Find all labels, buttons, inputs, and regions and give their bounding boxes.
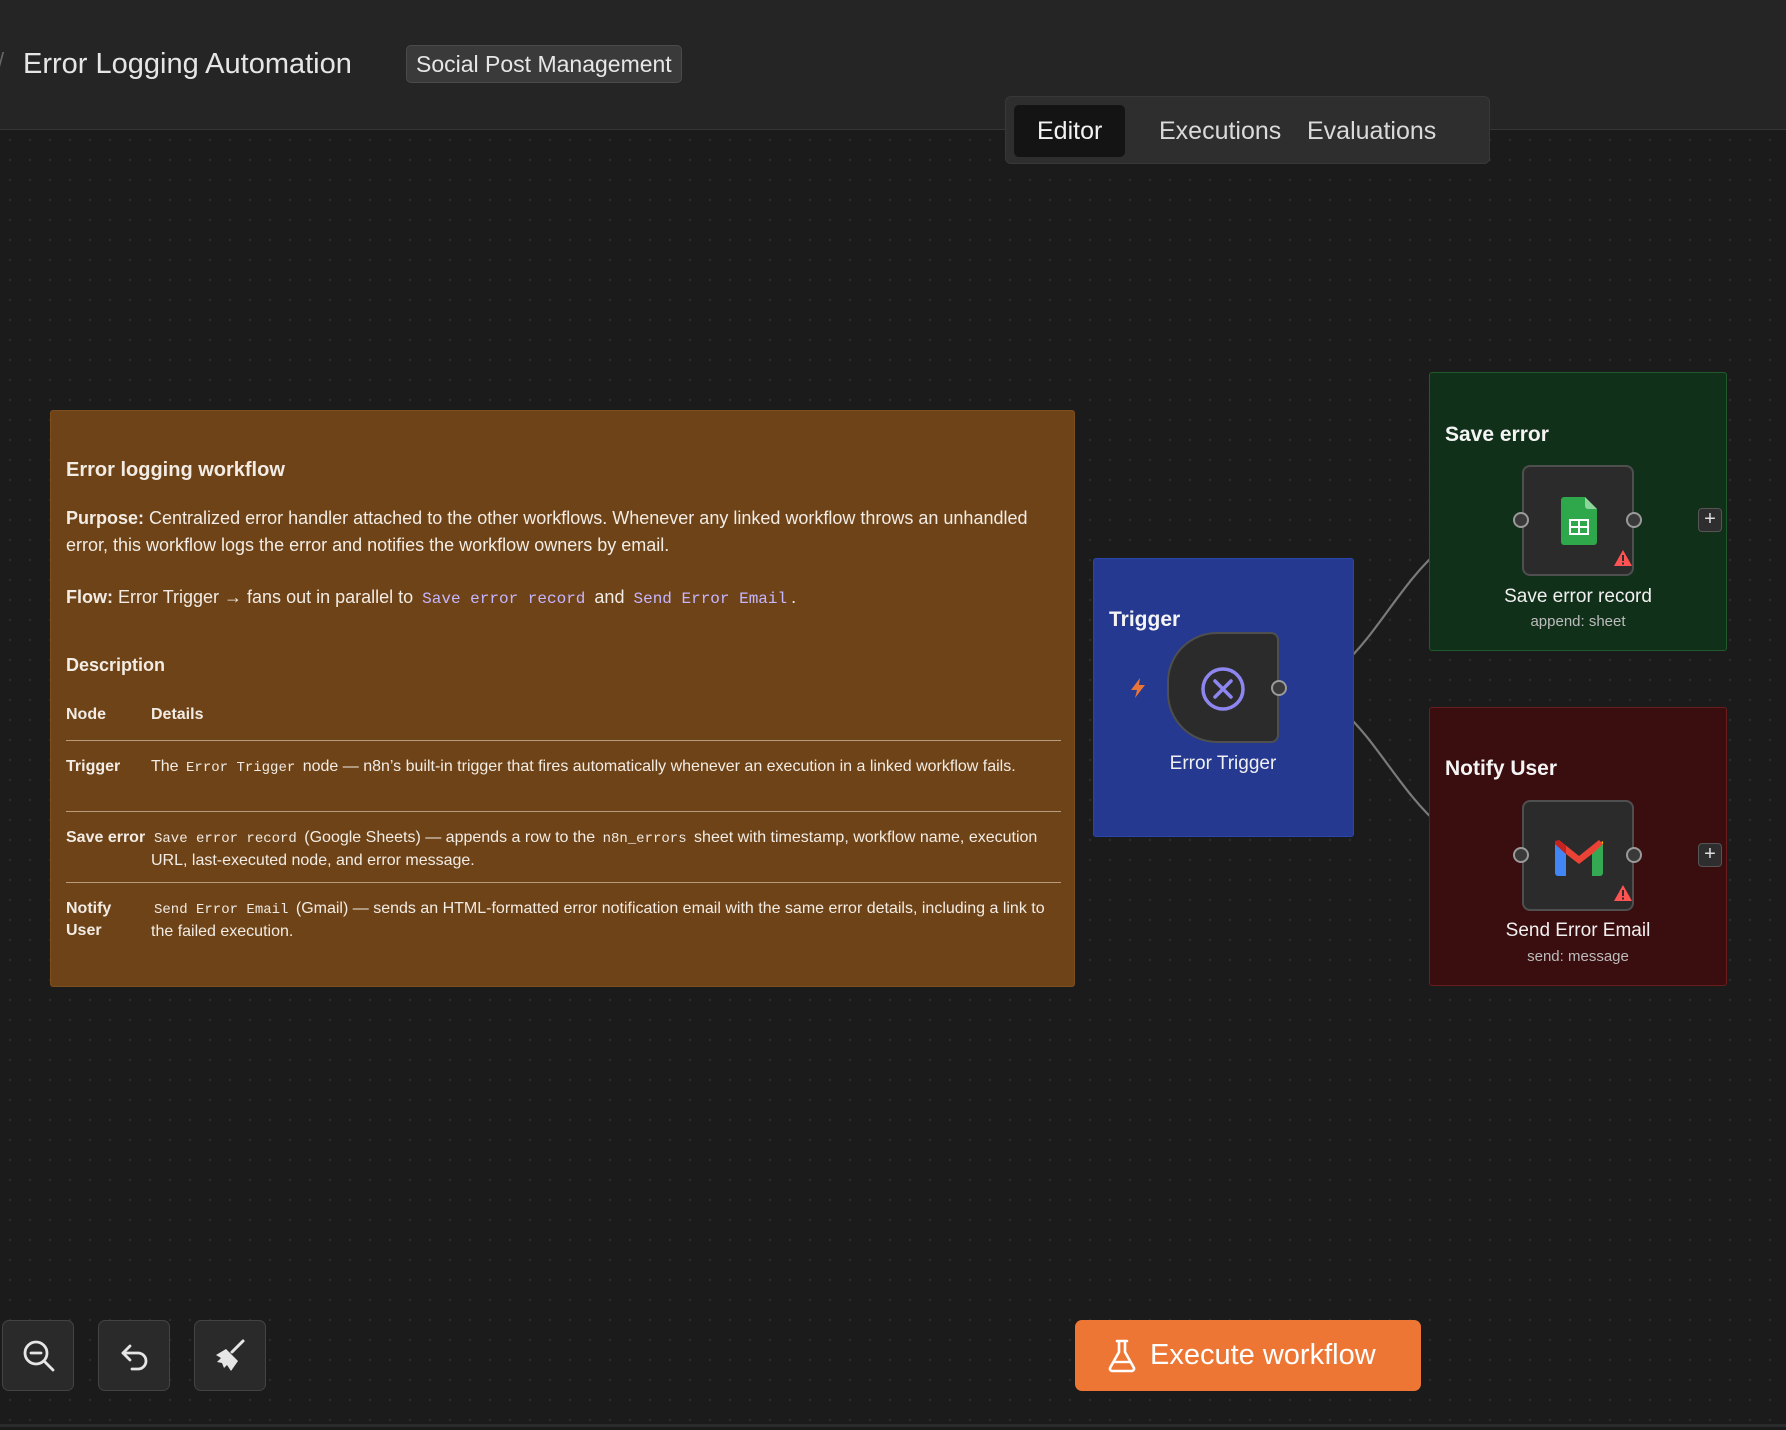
trigger-output-port[interactable] — [1271, 680, 1287, 696]
undo-icon — [121, 1344, 148, 1371]
email-output-port[interactable] — [1626, 847, 1642, 863]
group-title: Notify User — [1445, 757, 1558, 780]
group-title: Save error — [1445, 423, 1549, 446]
zoom-out-button[interactable] — [2, 1320, 74, 1391]
workflow-tag[interactable]: Social Post Management — [406, 45, 682, 83]
bottom-divider — [0, 1424, 1786, 1427]
node-subtitle: send: message — [1527, 948, 1629, 965]
flask-icon — [1108, 1339, 1136, 1373]
tab-editor[interactable]: Editor — [1014, 105, 1126, 157]
table-row: Notify User Send Error Email (Gmail) — s… — [66, 900, 1045, 940]
execute-workflow-label: Execute workflow — [1150, 1339, 1376, 1371]
send-error-email-node[interactable] — [1522, 800, 1634, 911]
description-heading: Description — [66, 655, 166, 675]
sticky-note[interactable]: Error logging workflow Purpose: Centrali… — [50, 410, 1075, 987]
email-input-port[interactable] — [1513, 847, 1529, 863]
add-node-after-email-button[interactable]: + — [1698, 843, 1722, 867]
breadcrumb-separator: / — [0, 48, 4, 74]
sticky-flow: Flow: Error Trigger → fans out in parall… — [66, 587, 797, 608]
table-header: Node Details — [66, 694, 1061, 741]
x-circle-icon — [1201, 667, 1245, 711]
node-label: Save error record — [1504, 586, 1652, 607]
sticky-purpose: Purpose: Centralized error handler attac… — [66, 508, 1028, 555]
warning-icon[interactable] — [1613, 884, 1633, 902]
tidy-up-button[interactable] — [194, 1320, 266, 1391]
warning-icon[interactable] — [1613, 549, 1633, 567]
error-trigger-node[interactable] — [1167, 632, 1279, 743]
google-sheets-icon — [1561, 497, 1597, 545]
node-label: Send Error Email — [1505, 920, 1651, 941]
view-tabs: Editor Executions Evaluations — [1005, 96, 1490, 164]
group-title: Trigger — [1109, 608, 1181, 631]
table-row: Trigger The Error Trigger node — n8n’s b… — [66, 741, 1061, 812]
execute-workflow-button[interactable]: Execute workflow — [1075, 1320, 1421, 1391]
sticky-title: Error logging workflow — [66, 459, 285, 481]
tab-evaluations[interactable]: Evaluations — [1284, 105, 1459, 157]
undo-button[interactable] — [98, 1320, 170, 1391]
description-table: Node Details Trigger The Error Trigger n… — [66, 694, 1061, 954]
code-send-error-email: Send Error Email — [633, 590, 788, 608]
code-save-error-record: Save error record — [422, 590, 586, 608]
top-header: / Error Logging Automation Social Post M… — [0, 0, 1786, 130]
save-error-record-node[interactable] — [1522, 465, 1634, 576]
table-row: Save error Save error record (Google She… — [66, 812, 1061, 883]
gmail-icon — [1555, 840, 1603, 876]
workflow-name[interactable]: Error Logging Automation — [23, 48, 352, 81]
header-node: Node — [66, 706, 106, 723]
tab-executions[interactable]: Executions — [1136, 105, 1304, 157]
node-label: Error Trigger — [1169, 753, 1277, 774]
save-input-port[interactable] — [1513, 512, 1529, 528]
node-subtitle: append: sheet — [1530, 613, 1626, 630]
save-output-port[interactable] — [1626, 512, 1642, 528]
lightning-icon — [1131, 678, 1145, 698]
add-node-after-save-button[interactable]: + — [1698, 508, 1722, 532]
broom-icon — [216, 1339, 245, 1371]
header-details: Details — [151, 706, 204, 723]
zoom-out-icon — [23, 1340, 55, 1372]
